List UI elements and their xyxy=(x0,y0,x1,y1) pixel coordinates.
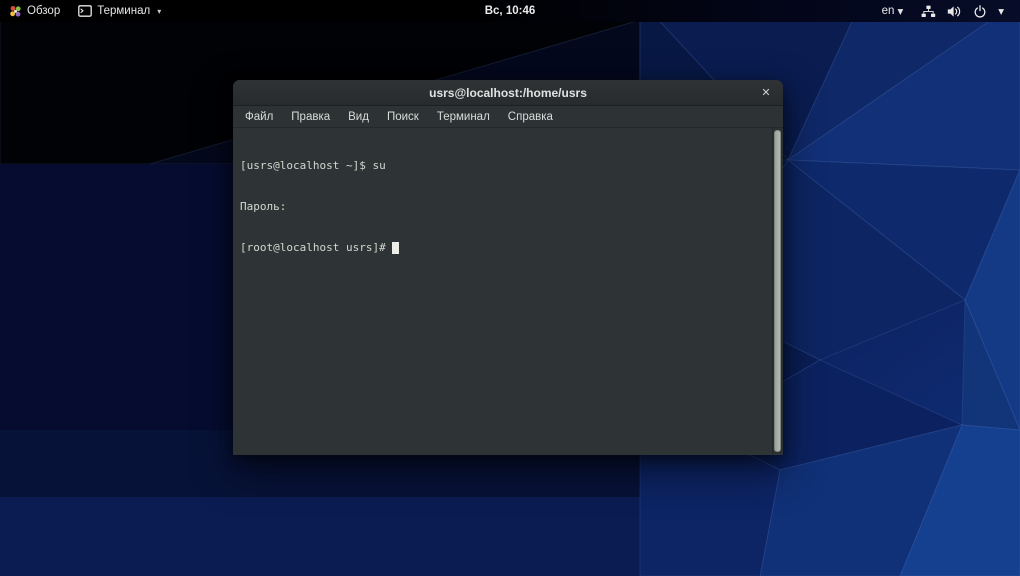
scrollbar-thumb[interactable] xyxy=(774,130,781,452)
app-menu-button[interactable]: Терминал ▾ xyxy=(69,0,170,22)
terminal-line: [usrs@localhost ~]$ su xyxy=(240,159,386,173)
chevron-down-icon: ▾ xyxy=(897,6,904,18)
menu-view[interactable]: Вид xyxy=(339,106,378,127)
app-menu-label: Терминал xyxy=(97,5,151,17)
keyboard-layout-label: en xyxy=(881,5,895,17)
top-bar-left: Обзор Терминал ▾ xyxy=(0,0,170,22)
power-icon xyxy=(973,4,987,18)
gnome-top-bar: Обзор Терминал ▾ Вс, 10:46 en ▾ ▾ xyxy=(0,0,1020,22)
menu-help[interactable]: Справка xyxy=(499,106,562,127)
terminal-scrollbar[interactable] xyxy=(772,128,783,454)
activities-button[interactable]: Обзор xyxy=(0,0,69,22)
terminal-icon xyxy=(78,5,93,17)
terminal-line: Пароль: xyxy=(240,199,287,213)
terminal-window: usrs@localhost:/home/usrs ✕ Файл Правка … xyxy=(233,80,783,455)
activities-label: Обзор xyxy=(27,5,61,17)
terminal-line: [root@localhost usrs]# xyxy=(240,240,393,254)
keyboard-layout-button[interactable]: en ▾ xyxy=(874,0,912,22)
volume-icon xyxy=(947,5,962,18)
menu-file[interactable]: Файл xyxy=(236,106,282,127)
menu-search[interactable]: Поиск xyxy=(378,106,428,127)
window-titlebar[interactable]: usrs@localhost:/home/usrs ✕ xyxy=(233,80,783,106)
terminal-cursor xyxy=(392,241,400,254)
system-menu-button[interactable]: ▾ xyxy=(915,0,1010,22)
menu-edit[interactable]: Правка xyxy=(282,106,339,127)
terminal-prompt-line: [root@localhost usrs]# xyxy=(240,241,769,255)
terminal-content[interactable]: [usrs@localhost ~]$ su Пароль: [root@loc… xyxy=(233,128,783,454)
menu-terminal[interactable]: Терминал xyxy=(428,106,499,127)
window-title: usrs@localhost:/home/usrs xyxy=(429,85,587,100)
distro-logo-icon xyxy=(9,5,22,18)
network-wired-icon xyxy=(921,5,936,18)
chevron-down-icon: ▾ xyxy=(157,6,162,16)
terminal-text: [usrs@localhost ~]$ su Пароль: [root@loc… xyxy=(240,132,769,282)
terminal-menubar: Файл Правка Вид Поиск Терминал Справка xyxy=(233,106,783,128)
close-button[interactable]: ✕ xyxy=(755,80,777,105)
top-bar-right: en ▾ ▾ xyxy=(874,0,1020,22)
chevron-down-icon: ▾ xyxy=(998,6,1004,18)
